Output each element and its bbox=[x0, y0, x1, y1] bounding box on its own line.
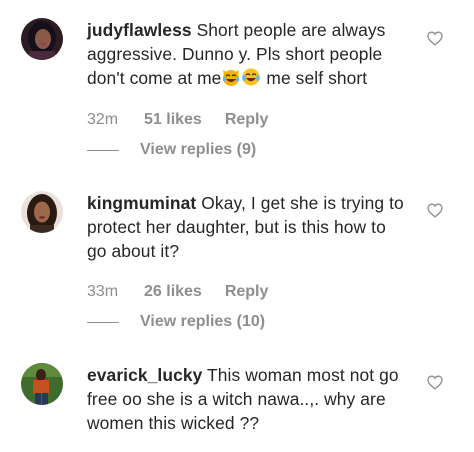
reply-button[interactable]: Reply bbox=[225, 283, 269, 301]
likes-count[interactable]: 51 likes bbox=[144, 111, 202, 129]
comment-text: kingmuminat Okay, I get she is trying to… bbox=[87, 191, 405, 263]
comment-timestamp: 33m bbox=[87, 283, 119, 300]
avatar[interactable] bbox=[21, 363, 63, 405]
likes-count[interactable]: 26 likes bbox=[144, 283, 202, 301]
comment-text: evarick_lucky This woman most not go fre… bbox=[87, 363, 405, 435]
divider-line bbox=[87, 321, 119, 323]
comment-meta: 33m 26 likes Reply bbox=[87, 282, 268, 302]
face-with-tears-of-joy-emoji bbox=[241, 67, 261, 87]
comment-text: judyflawless Short people are always agg… bbox=[87, 18, 405, 90]
comment-timestamp: 32m bbox=[87, 111, 119, 128]
comment-username[interactable]: kingmuminat bbox=[87, 193, 196, 213]
avatar[interactable] bbox=[21, 18, 63, 60]
grinning-cat-with-tears-emoji bbox=[221, 67, 241, 87]
comment-username[interactable]: evarick_lucky bbox=[87, 365, 202, 385]
heart-outline-icon[interactable] bbox=[427, 203, 443, 218]
heart-outline-icon[interactable] bbox=[427, 31, 443, 46]
view-replies-label: View replies (9) bbox=[140, 141, 257, 158]
divider-line bbox=[87, 149, 119, 151]
comment-username[interactable]: judyflawless bbox=[87, 20, 192, 40]
view-replies-button[interactable]: View replies (9) bbox=[87, 140, 256, 160]
comment-body-end: me self short bbox=[261, 68, 368, 88]
reply-button[interactable]: Reply bbox=[225, 111, 269, 129]
heart-outline-icon[interactable] bbox=[427, 375, 443, 390]
comment-meta: 32m 51 likes Reply bbox=[87, 110, 268, 130]
view-replies-label: View replies (10) bbox=[140, 313, 266, 330]
avatar[interactable] bbox=[21, 191, 63, 233]
view-replies-button[interactable]: View replies (10) bbox=[87, 312, 265, 332]
